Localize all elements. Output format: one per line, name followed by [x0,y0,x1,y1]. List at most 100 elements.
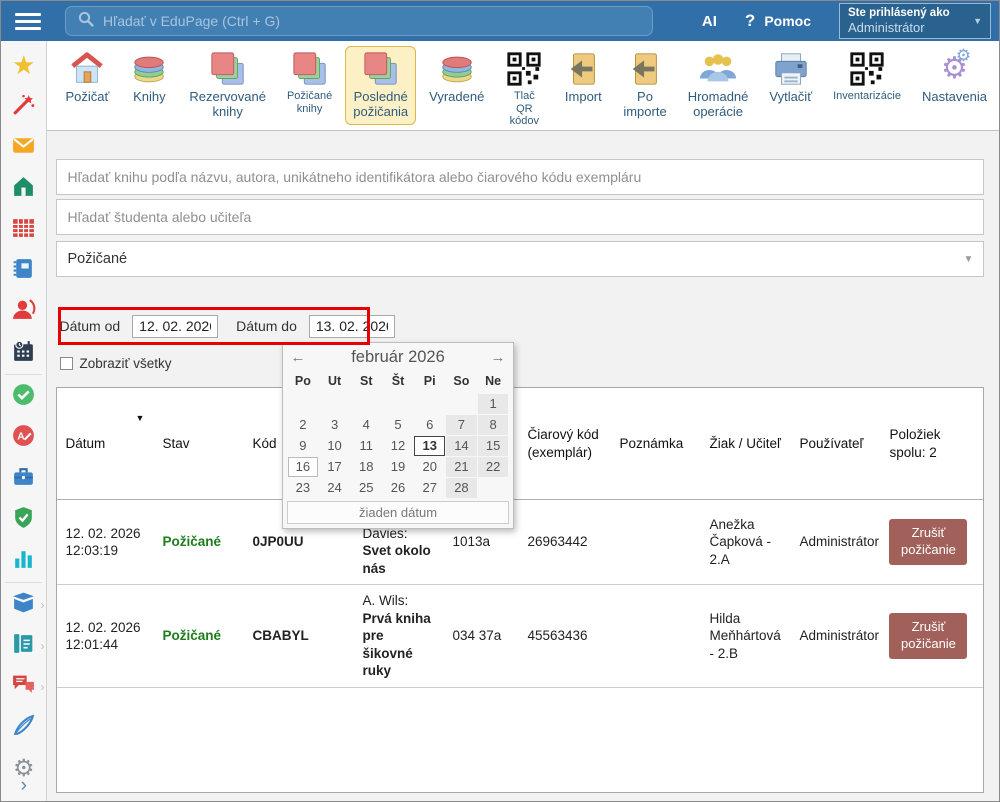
calendar-day-empty [351,394,382,414]
book-search-input[interactable] [56,159,984,195]
calendar-day-empty [478,478,509,498]
toolbar-item-label: Import [565,90,602,105]
sidebar-item-timetable[interactable] [1,209,46,250]
toolbar-item-po-i-an-knihy[interactable]: Požičané knihy [279,46,340,120]
lend-home-icon [68,50,106,88]
toolbar-item-import[interactable]: Import [556,46,610,110]
toolbar-item-posledn-po-i-ania[interactable]: Posledné požičania [345,46,416,125]
sidebar-expand-chevron-icon[interactable]: › [1,775,46,797]
sidebar-item-grading[interactable]: A [1,417,46,458]
sidebar-item-pen[interactable] [1,707,46,748]
cell-kod: CBABYL [244,625,354,647]
show-all-checkbox[interactable] [60,357,73,370]
sidebar-item-star[interactable]: ★ [1,45,46,86]
sidebar-item-library[interactable]: › [1,584,46,625]
cancel-loan-button[interactable]: Zrušiť požičanie [889,613,967,659]
global-search-input[interactable] [103,13,640,29]
toolbar-item-po-i-a[interactable]: Požičať [57,46,117,110]
calendar-day[interactable]: 16 [288,457,319,477]
calendar-day[interactable]: 19 [383,457,414,477]
toolbar-item-inventariz-cie[interactable]: Inventarizácie [825,46,909,108]
calendar-day-empty [383,394,414,414]
calendar-day[interactable]: 9 [288,436,319,456]
calendar-day[interactable]: 25 [351,478,382,498]
sidebar-item-magic-wand[interactable] [1,86,46,127]
calendar-day[interactable]: 15 [478,436,509,456]
toolbar-item-rezervovan-knihy[interactable]: Rezervované knihy [181,46,274,125]
documents-icon [11,631,36,661]
home-icon [11,174,36,204]
calendar-next-icon[interactable]: → [487,349,509,366]
toolbar-item-po-importe[interactable]: Po importe [615,46,674,125]
date-to-input[interactable] [309,315,395,338]
cell-kod: 0JP0UU [244,531,354,553]
sidebar-item-approval-check[interactable] [1,376,46,417]
calendar-day[interactable]: 13 [414,436,445,456]
global-search[interactable] [65,6,653,36]
calendar-day[interactable]: 11 [351,436,382,456]
user-menu[interactable]: Ste prihlásený ako Administrátor ▼ [839,3,991,39]
person-search-input[interactable] [56,199,984,235]
sidebar-item-person[interactable] [1,291,46,332]
calendar-day[interactable]: 6 [414,415,445,435]
calendar-day[interactable]: 2 [288,415,319,435]
top-bar: AI ? Pomoc Ste prihlásený ako Administrá… [1,1,999,41]
sidebar-item-shield-check[interactable] [1,499,46,540]
toolbar-item-label: Posledné požičania [353,90,408,120]
left-sidebar: ★A›››⚙ › [1,41,47,802]
calendar-day[interactable]: 12 [383,436,414,456]
sidebar-item-bar-chart[interactable] [1,540,46,581]
sidebar-item-briefcase[interactable] [1,458,46,499]
calendar-day[interactable]: 17 [319,457,350,477]
calendar-day[interactable]: 28 [446,478,477,498]
toolbar-item-knihy[interactable]: Knihy [122,46,176,110]
notebook-icon [11,256,36,286]
toolbar-item-nastavenia[interactable]: ⚙⚙Nastavenia [914,46,995,110]
sidebar-item-calendar-clock[interactable] [1,332,46,373]
toolbar-item-vytla-i[interactable]: Vytlačiť [761,46,820,110]
toolbar-item-hromadn-oper-cie[interactable]: Hromadné operácie [680,46,757,125]
calendar-day[interactable]: 14 [446,436,477,456]
calendar-day[interactable]: 27 [414,478,445,498]
ai-button[interactable]: AI [702,13,717,30]
calendar-day[interactable]: 24 [319,478,350,498]
sidebar-item-home[interactable] [1,168,46,209]
calendar-day[interactable]: 22 [478,457,509,477]
status-select-value: Požičané [67,251,127,267]
chat-icon [11,672,36,702]
calendar-day[interactable]: 23 [288,478,319,498]
calendar-day[interactable]: 1 [478,394,509,414]
calendar-day[interactable]: 3 [319,415,350,435]
help-button[interactable]: ? Pomoc [745,11,811,31]
calendar-day[interactable]: 18 [351,457,382,477]
table-row: 12. 02. 202612:03:19Požičané0JP0UUGilles… [57,500,983,585]
calendar-day[interactable]: 26 [383,478,414,498]
column-header-label: Položiek spolu: 2 [889,427,940,460]
calendar-day[interactable]: 7 [446,415,477,435]
sidebar-item-documents[interactable]: › [1,625,46,666]
search-icon [78,11,94,32]
sidebar-item-chat[interactable]: › [1,666,46,707]
calendar-day[interactable]: 4 [351,415,382,435]
no-date-button[interactable]: žiaden dátum [287,501,509,524]
cancel-loan-button[interactable]: Zrušiť požičanie [889,519,967,565]
loan-date: 12. 02. 2026 [65,619,146,637]
cell-akcia: Zrušiť požičanie [881,611,983,661]
content-area: Požičané ▼ Dátum od Dátum do Zobraziť vš… [47,131,999,802]
column-header-polozky: Položiek spolu: 2 [881,426,983,461]
calendar-day[interactable]: 21 [446,457,477,477]
calendar-day[interactable]: 10 [319,436,350,456]
toolbar-item-tla-qr-k-dov[interactable]: Tlač QR kódov [497,46,551,133]
sidebar-item-mail[interactable] [1,127,46,168]
status-select[interactable]: Požičané ▼ [56,241,984,277]
calendar-prev-icon[interactable]: ← [287,349,309,366]
date-from-input[interactable] [132,315,218,338]
toolbar-item-vyraden[interactable]: Vyradené [421,46,492,110]
calendar-day[interactable]: 8 [478,415,509,435]
calendar-day[interactable]: 5 [383,415,414,435]
loan-date: 12. 02. 2026 [65,525,146,543]
hamburger-menu-icon[interactable] [15,13,49,30]
sidebar-item-notebook[interactable] [1,250,46,291]
calendar-day-empty [446,394,477,414]
calendar-day[interactable]: 20 [414,457,445,477]
